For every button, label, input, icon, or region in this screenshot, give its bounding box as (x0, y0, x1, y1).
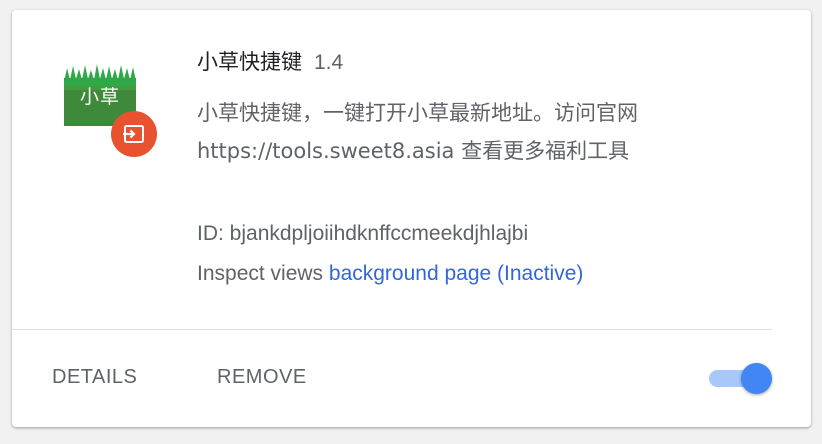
toggle-knob (741, 363, 772, 394)
background-page-link[interactable]: background page (Inactive) (329, 262, 584, 285)
extension-id: ID: bjankdpljoiihdknffccmeekdjhlajbi (197, 221, 528, 247)
extension-name: 小草快捷键 (197, 50, 302, 74)
badge-icon (111, 111, 157, 157)
remove-button[interactable]: REMOVE (211, 362, 313, 392)
id-value: bjankdpljoiihdknffccmeekdjhlajbi (229, 222, 529, 245)
extension-title-row: 小草快捷键 1.4 (197, 49, 343, 76)
extension-card: 小草 小草快捷键 1.4 小草快捷键，一键打开小草最新地址。访问官网 https:… (12, 10, 811, 427)
extension-description: 小草快捷键，一键打开小草最新地址。访问官网 https://tools.swee… (197, 94, 777, 170)
input-arrow-icon (123, 125, 144, 143)
description-line: 小草快捷键，一键打开小草最新地址。访问官网 (197, 101, 638, 125)
extension-icon: 小草 (64, 54, 158, 157)
id-label: ID: (197, 222, 230, 245)
inspect-views: Inspect views background page (Inactive) (197, 261, 583, 287)
description-line: https://tools.sweet8.asia 查看更多福利工具 (197, 139, 630, 163)
divider (12, 329, 772, 330)
extension-version: 1.4 (314, 51, 344, 74)
logo-label: 小草 (79, 86, 120, 108)
inspect-label: Inspect views (197, 262, 329, 285)
enable-toggle[interactable] (709, 363, 775, 394)
details-button[interactable]: DETAILS (46, 362, 143, 392)
